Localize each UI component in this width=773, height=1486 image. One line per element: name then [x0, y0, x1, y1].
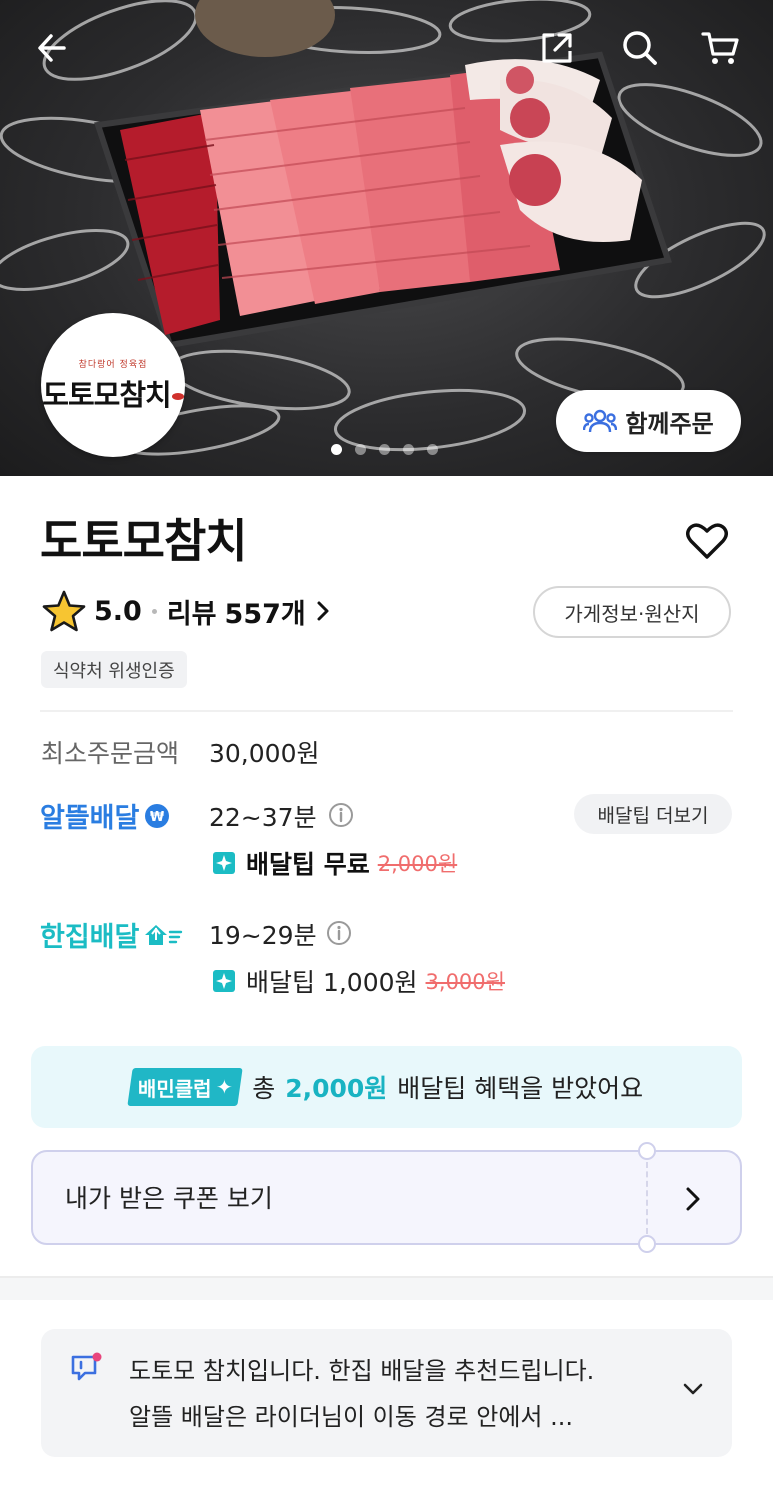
group-icon: [583, 409, 618, 433]
club-prefix: 총: [252, 1074, 276, 1103]
notice-text-line1: 도토모 참치입니다. 한집 배달을 추천드립니다.: [129, 1357, 595, 1385]
min-order-value: 30,000원: [209, 739, 320, 768]
hanjip-delivery-label: 한집배달: [40, 922, 140, 953]
store-name: 도토모참치: [40, 514, 248, 568]
chevron-down-icon[interactable]: [681, 1381, 705, 1397]
sparkle-icon: ✦: [215, 1075, 233, 1099]
search-button[interactable]: [614, 22, 666, 74]
info-icon[interactable]: [326, 920, 352, 946]
sparkle-icon: [213, 970, 235, 992]
alddeul-delivery-brand: 알뜰배달 ₩: [40, 796, 171, 835]
alddeul-tip-line: 배달팁 무료 2,000원: [212, 843, 457, 883]
alddeul-tip-text: 배달팁 무료: [246, 850, 370, 879]
group-order-button[interactable]: 함께주문: [556, 390, 741, 452]
carousel-dot[interactable]: [403, 444, 414, 455]
rating-value: 5.0: [94, 595, 142, 627]
group-order-label: 함께주문: [625, 409, 714, 438]
logo-subtext: 참다랑어 정육점: [78, 359, 148, 370]
delivery-tip-more-button[interactable]: 배달팁 더보기: [574, 794, 732, 834]
hanjip-delivery-time: 19~29분: [209, 921, 317, 950]
hygiene-cert-badge: 식약처 위생인증: [41, 651, 187, 688]
alddeul-delivery-time: 22~37분: [209, 803, 317, 832]
sparkle-icon: [213, 852, 235, 874]
carousel-indicator: [331, 444, 438, 455]
favorite-button[interactable]: [684, 518, 730, 564]
notice-text-line2: 알뜰 배달은 라이더님이 이동 경로 안에서 ...: [129, 1403, 574, 1431]
logo-red-mark: [171, 393, 184, 400]
store-info-button[interactable]: 가게정보·원산지: [533, 586, 731, 638]
cart-icon: [701, 32, 739, 64]
baemin-club-banner[interactable]: 배민클럽 ✦ 총 2,000원 배달팁 혜택을 받았어요: [31, 1046, 742, 1128]
notice-icon: [71, 1352, 102, 1381]
separator-dot: [151, 608, 157, 614]
alddeul-tip-original: 2,000원: [377, 852, 458, 876]
back-arrow-icon: [38, 34, 66, 62]
club-suffix: 배달팁 혜택을 받았어요: [397, 1074, 644, 1103]
coupon-label: 내가 받은 쿠폰 보기: [65, 1184, 273, 1213]
carousel-dot[interactable]: [427, 444, 438, 455]
fast-home-icon: [145, 924, 183, 945]
divider: [40, 710, 733, 712]
review-count: 557개: [224, 598, 306, 630]
coupon-notch: [638, 1235, 656, 1253]
baemin-club-badge: 배민클럽 ✦: [127, 1068, 243, 1106]
back-button[interactable]: [26, 22, 78, 74]
club-amount: 2,000원: [285, 1074, 388, 1103]
hanjip-tip-line: 배달팁 1,000원 3,000원: [212, 961, 505, 1001]
heart-icon: [686, 523, 728, 559]
share-icon: [542, 33, 572, 63]
review-label: 리뷰: [166, 598, 217, 630]
chevron-right-icon: [686, 1187, 700, 1211]
min-order-label: 최소주문금액: [41, 739, 180, 768]
hanjip-delivery-brand: 한집배달: [40, 915, 183, 954]
chevron-right-icon: [317, 601, 329, 621]
star-icon: [42, 590, 86, 632]
store-logo: 참다랑어 정육점 도토모참치: [41, 313, 185, 457]
coupon-button[interactable]: 내가 받은 쿠폰 보기: [31, 1142, 742, 1253]
alddeul-delivery-label: 알뜰배달: [40, 803, 140, 834]
store-notice[interactable]: 도토모 참치입니다. 한집 배달을 추천드립니다. 알뜰 배달은 라이더님이 이…: [41, 1329, 732, 1457]
coupon-perforation: [646, 1162, 648, 1234]
carousel-dot[interactable]: [355, 444, 366, 455]
coupon-notch: [638, 1142, 656, 1160]
logo-text-label: 도토모참치: [42, 377, 171, 412]
baemin-club-badge-label: 배민클럽: [137, 1076, 212, 1101]
won-coin-icon: ₩: [145, 803, 170, 828]
svg-text:₩: ₩: [150, 810, 165, 825]
carousel-dot[interactable]: [331, 444, 342, 455]
section-divider: [0, 1276, 773, 1300]
hero-image-carousel[interactable]: 참다랑어 정육점 도토모참치 함께주문: [0, 0, 773, 476]
share-button[interactable]: [531, 22, 583, 74]
carousel-dot[interactable]: [379, 444, 390, 455]
hanjip-tip-text: 배달팁 1,000원: [246, 968, 418, 997]
search-icon: [623, 31, 657, 65]
info-icon[interactable]: [328, 802, 354, 828]
hanjip-tip-original: 3,000원: [425, 970, 505, 994]
rating-review-row[interactable]: 5.0 리뷰 557개: [42, 588, 330, 634]
logo-text: 도토모참치: [42, 372, 184, 414]
cart-button[interactable]: [694, 22, 746, 74]
